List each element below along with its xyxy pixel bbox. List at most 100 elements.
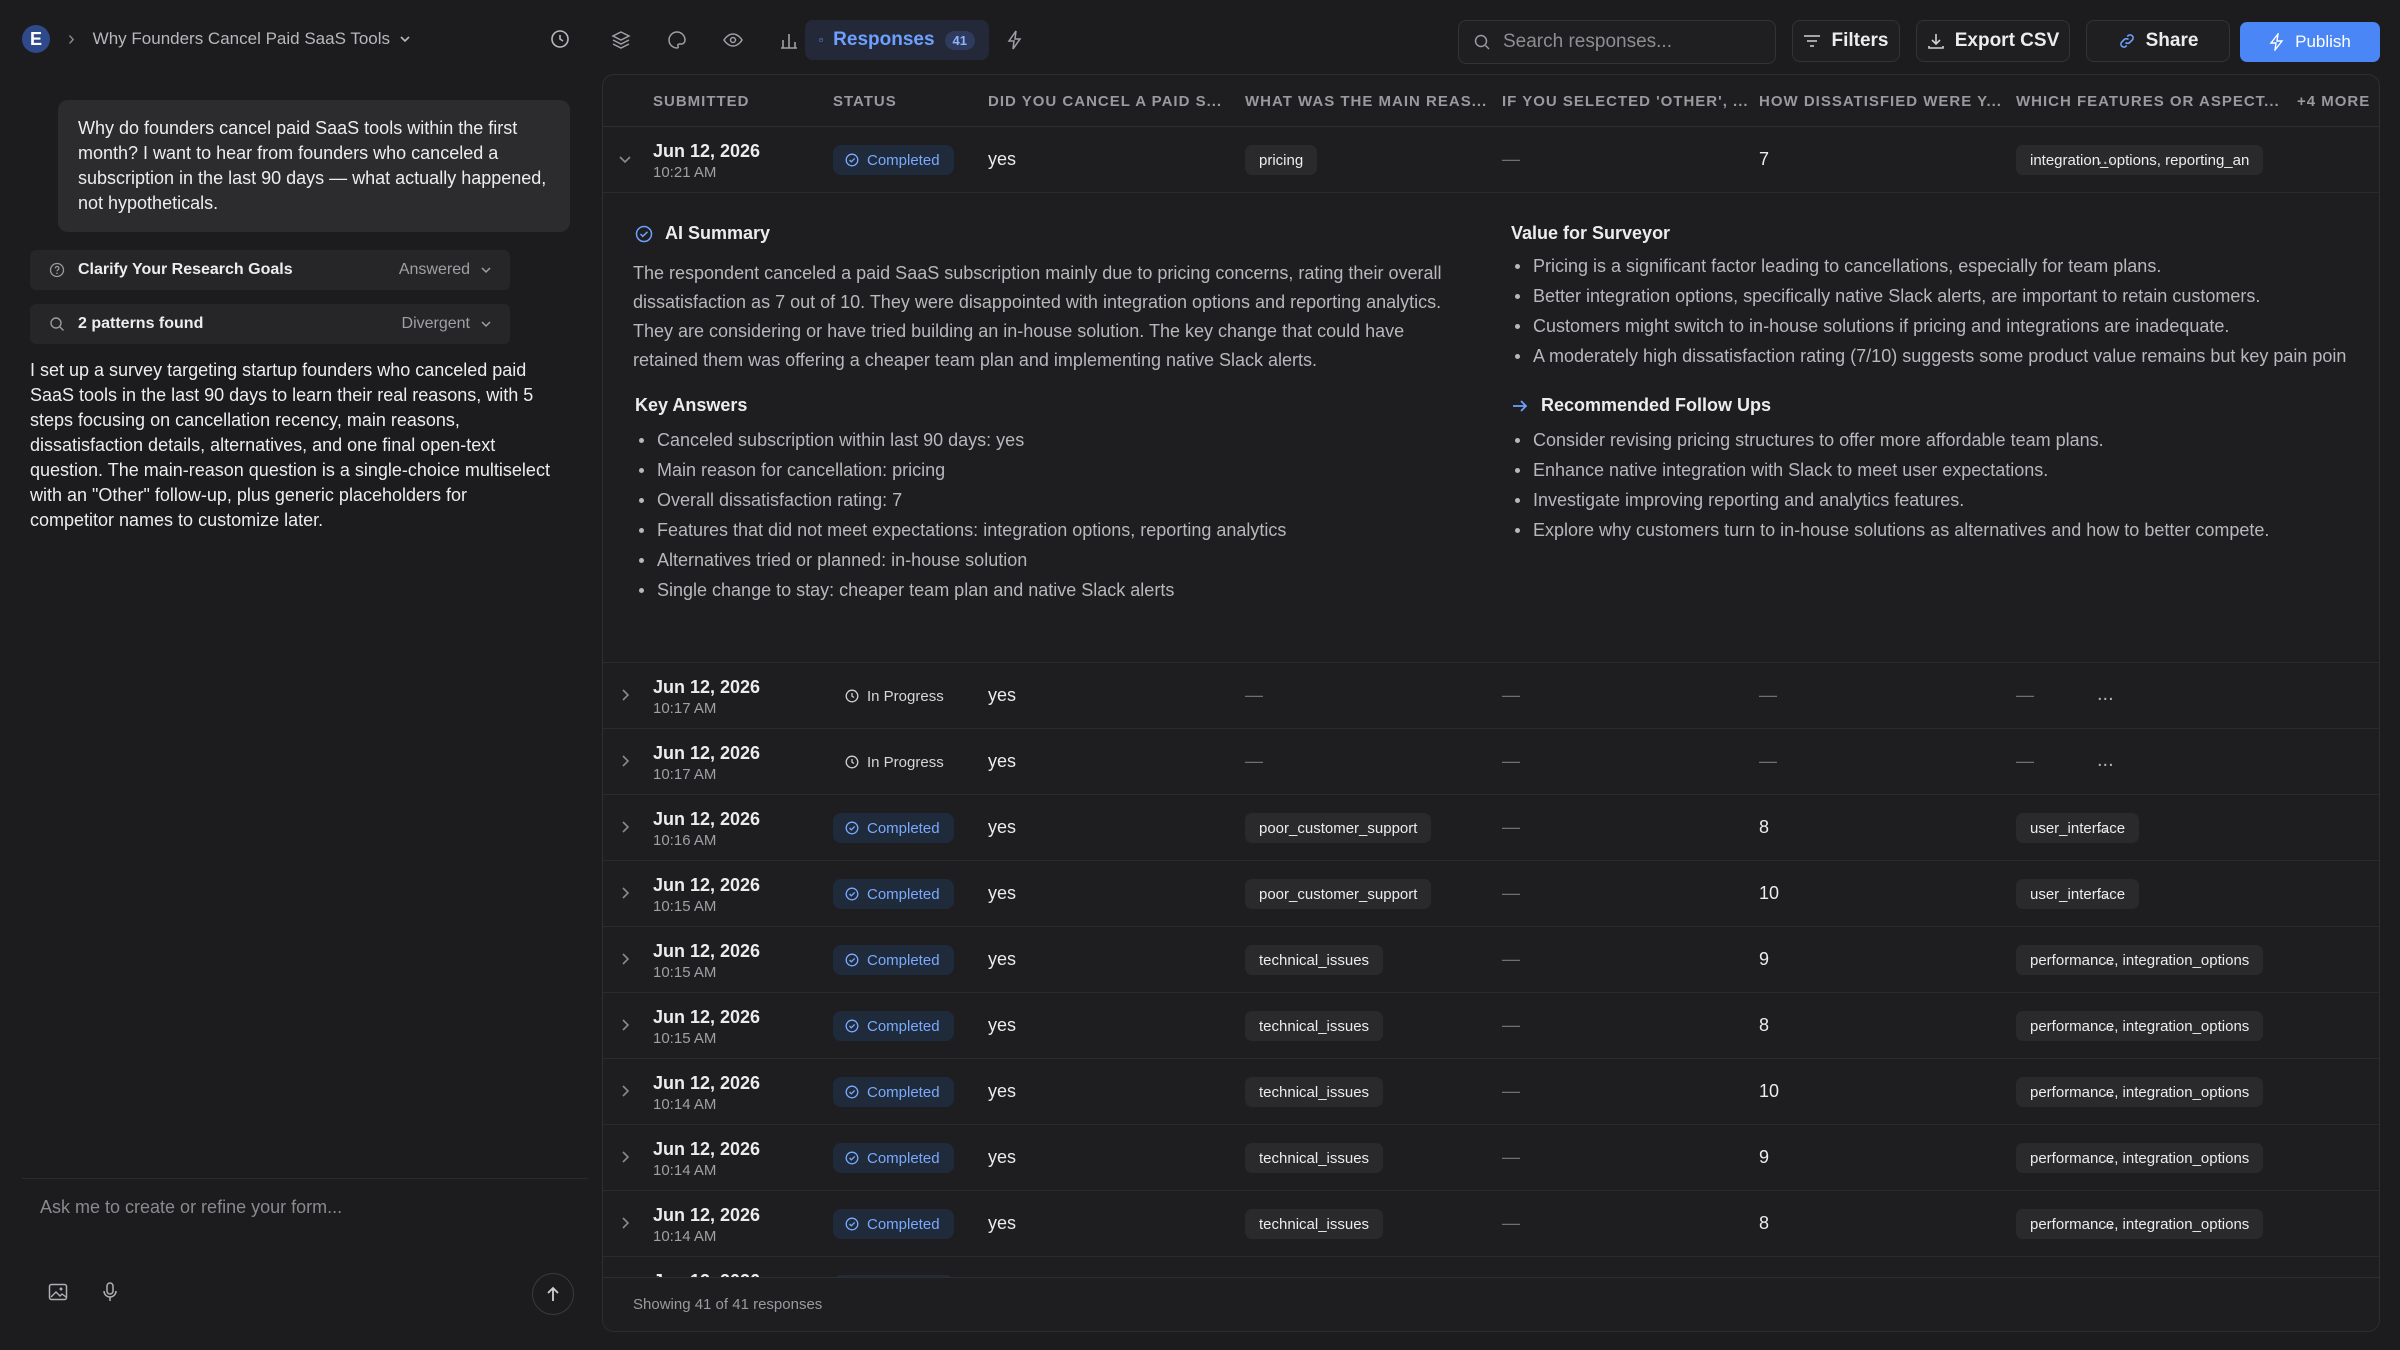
column-header[interactable]: IF YOU SELECTED 'OTHER', ... <box>1502 93 1749 110</box>
row-more-button[interactable]: ... <box>2097 147 2114 170</box>
responses-count-badge: 41 <box>944 30 975 50</box>
step-patterns-found[interactable]: 2 patterns found Divergent <box>30 304 510 344</box>
publish-button[interactable]: Publish <box>2240 22 2380 62</box>
status-label: In Progress <box>867 753 944 771</box>
row-more-button[interactable]: ... <box>2097 749 2114 772</box>
composer-input[interactable]: Ask me to create or refine your form... <box>40 1197 342 1218</box>
search-responses-input[interactable]: Search responses... <box>1458 20 1776 64</box>
chevron-right-icon[interactable] <box>617 1215 633 1231</box>
form-title-dropdown[interactable]: Why Founders Cancel Paid SaaS Tools <box>93 29 412 49</box>
table-row[interactable]: Jun 12, 2026 10:14 AM Completed yes technica… <box>603 1191 2379 1257</box>
row-more-button[interactable]: ... <box>2097 1013 2114 1036</box>
features-chip: — <box>2016 685 2034 705</box>
column-header[interactable]: WHICH FEATURES OR ASPECT... <box>2016 93 2280 110</box>
cancel-answer: yes <box>988 1081 1017 1101</box>
list-item: Pricing is a significant factor leading … <box>1509 251 2379 281</box>
row-more-button[interactable]: ... <box>2097 1211 2114 1234</box>
send-button[interactable] <box>532 1273 574 1315</box>
column-header[interactable]: HOW DISSATISFIED WERE Y... <box>1759 93 2002 110</box>
table-row[interactable]: Jun 12, 2026 10:14 AM Completed yes technica… <box>603 1125 2379 1191</box>
share-button[interactable]: Share <box>2086 20 2230 62</box>
image-icon[interactable] <box>48 1283 68 1301</box>
table-row[interactable]: Jun 12, 2026 10:15 AM Completed yes poor_cus… <box>603 861 2379 927</box>
table-row[interactable]: Jun 12, 2026 10:15 AM Completed yes technica… <box>603 993 2379 1059</box>
followups-title: Recommended Follow Ups <box>1541 395 1772 415</box>
search-icon <box>1474 34 1490 50</box>
bar-chart-icon[interactable] <box>778 29 800 51</box>
more-columns-button[interactable]: +4 MORE <box>2297 93 2370 110</box>
filters-button[interactable]: Filters <box>1792 20 1900 62</box>
submitted-time: 10:17 AM <box>653 700 717 717</box>
dissatisfaction-rating: — <box>1759 751 1777 771</box>
submitted-time: 10:21 AM <box>653 164 717 181</box>
table-row[interactable]: Jun 12, 2026 10:17 AM In Progress yes — — — —..… <box>603 663 2379 729</box>
chevron-right-icon: › <box>68 27 75 50</box>
column-header[interactable]: WHAT WAS THE MAIN REAS... <box>1245 93 1487 110</box>
features-chip: — <box>2016 751 2034 771</box>
chevron-right-icon[interactable] <box>617 687 633 703</box>
submitted-date: Jun 12, 2026 <box>653 941 761 961</box>
table-row[interactable]: Jun 12, 2026 10:16 AM Completed yes poor_cus… <box>603 795 2379 861</box>
chevron-down-icon <box>481 267 491 274</box>
step-clarify-goals[interactable]: Clarify Your Research Goals Answered <box>30 250 510 290</box>
row-more-button[interactable]: ... <box>2097 683 2114 706</box>
chevron-right-icon[interactable] <box>617 1017 633 1033</box>
chevron-right-icon[interactable] <box>617 1083 633 1099</box>
cancel-answer: yes <box>988 751 1017 771</box>
palette-icon[interactable] <box>666 29 688 51</box>
lightning-icon[interactable] <box>1004 29 1026 51</box>
chevron-right-icon[interactable] <box>617 885 633 901</box>
status-badge: Completed <box>833 1143 954 1173</box>
chevron-right-icon[interactable] <box>617 1149 633 1165</box>
row-more-button[interactable]: ... <box>2097 947 2114 970</box>
submitted-date: Jun 12, 2026 <box>653 875 761 895</box>
tab-responses[interactable]: Responses 41 <box>805 20 989 60</box>
responses-table: SUBMITTED STATUS DID YOU CANCEL A PAID S… <box>602 74 2380 1332</box>
other-answer: — <box>1502 149 1520 169</box>
export-csv-button[interactable]: Export CSV <box>1916 20 2070 62</box>
cancel-answer: yes <box>988 817 1017 837</box>
microphone-icon[interactable] <box>102 1281 118 1303</box>
chevron-down-icon[interactable] <box>617 151 633 167</box>
chevron-right-icon[interactable] <box>617 753 633 769</box>
submitted-time: 10:15 AM <box>653 898 717 915</box>
cancel-answer: yes <box>988 1147 1017 1167</box>
check-circle-icon <box>635 225 653 242</box>
other-answer: — <box>1502 1213 1520 1233</box>
ai-summary-heading: AI Summary <box>635 223 770 244</box>
column-header[interactable]: STATUS <box>833 93 897 110</box>
table-row[interactable]: Jun 12, 2026 10:15 AM Completed yes technica… <box>603 927 2379 993</box>
cancel-answer: yes <box>988 685 1017 705</box>
reason-chip: technical_issues <box>1245 1209 1384 1239</box>
table-row-expanded[interactable]: Jun 12, 2026 10:21 AM Completed yes pric… <box>603 127 2379 193</box>
list-item: Consider revising pricing structures to … <box>1509 425 2269 455</box>
history-icon[interactable] <box>548 27 572 51</box>
row-more-button[interactable]: ... <box>2097 881 2114 904</box>
reason-chip: technical_issues <box>1245 1011 1384 1041</box>
other-answer: — <box>1502 1015 1520 1035</box>
status-badge: Completed <box>833 879 954 909</box>
recommended-followups-heading: Recommended Follow Ups <box>1511 395 1771 416</box>
eye-icon[interactable] <box>722 29 744 51</box>
chevron-down-icon <box>481 321 491 328</box>
column-header[interactable]: DID YOU CANCEL A PAID S... <box>988 93 1222 110</box>
arrow-up-icon <box>547 1286 559 1301</box>
row-more-button[interactable]: ... <box>2097 1079 2114 1102</box>
app-logo-icon[interactable]: E <box>22 25 50 53</box>
check-circle-icon <box>845 153 859 167</box>
table-row[interactable]: Jun 12, 2026 10:17 AM In Progress yes — — — —..… <box>603 729 2379 795</box>
row-more-button[interactable]: ... <box>2097 815 2114 838</box>
layers-icon[interactable] <box>610 29 632 51</box>
row-more-button[interactable]: ... <box>2097 1145 2114 1168</box>
filters-label: Filters <box>1831 30 1889 51</box>
followups-list: Consider revising pricing structures to … <box>1509 425 2269 545</box>
submitted-time: 10:14 AM <box>653 1096 717 1113</box>
features-chip: performance, integration_options <box>2016 945 2264 975</box>
filter-icon <box>1804 35 1821 47</box>
chevron-right-icon[interactable] <box>617 951 633 967</box>
table-row[interactable]: Jun 12, 2026 10:14 AM Completed yes technica… <box>603 1059 2379 1125</box>
chevron-right-icon[interactable] <box>617 819 633 835</box>
features-chip: performance, integration_options <box>2016 1209 2264 1239</box>
status-label: In Progress <box>867 687 944 705</box>
column-header[interactable]: SUBMITTED <box>653 93 750 110</box>
